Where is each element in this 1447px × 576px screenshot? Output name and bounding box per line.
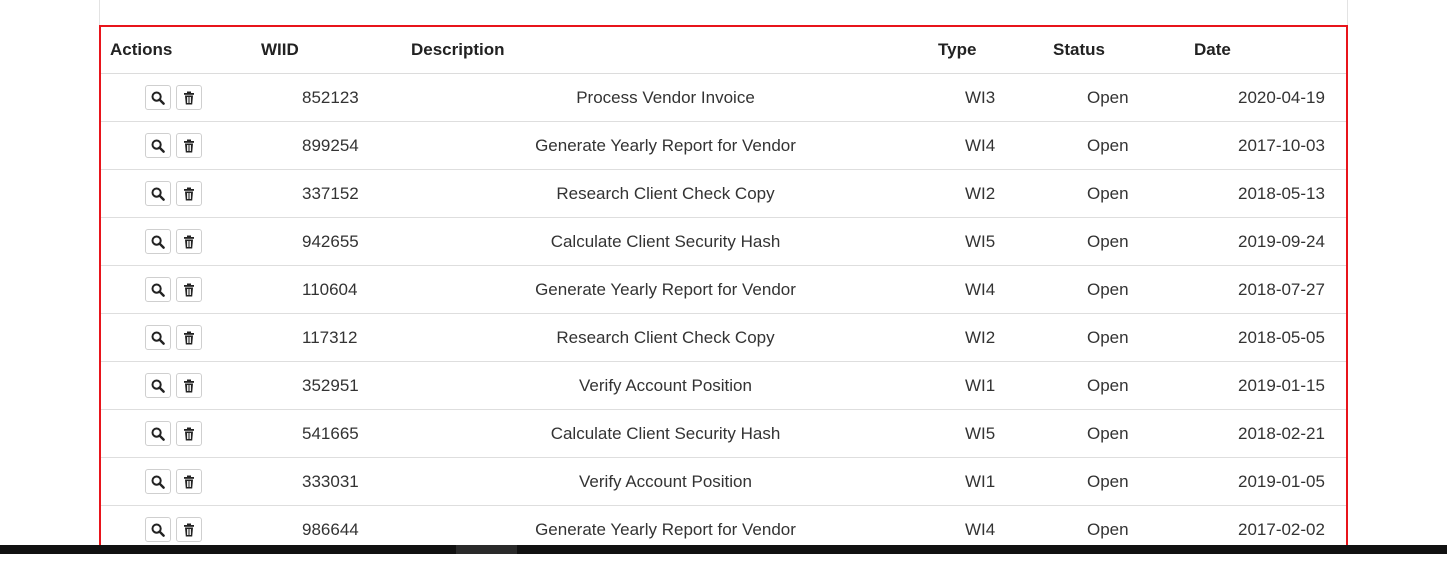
view-button[interactable] bbox=[145, 421, 171, 446]
header-type[interactable]: Type bbox=[929, 27, 1044, 74]
header-actions[interactable]: Actions bbox=[101, 27, 252, 74]
cell-type: WI2 bbox=[929, 169, 1044, 218]
table-row[interactable]: 942655 Calculate Client Security Hash WI5 O… bbox=[101, 217, 1346, 266]
horizontal-scrollbar[interactable] bbox=[0, 545, 1447, 554]
cell-date: 2018-02-21 bbox=[1185, 409, 1346, 458]
work-items-table-container: Actions WIID Description Type Status Dat… bbox=[99, 25, 1348, 552]
cell-date: 2017-10-03 bbox=[1185, 121, 1346, 170]
table-row[interactable]: 110604 Generate Yearly Report for Vendor W… bbox=[101, 265, 1346, 314]
cell-description: Research Client Check Copy bbox=[402, 169, 929, 218]
table-row[interactable]: 899254 Generate Yearly Report for Vendor W… bbox=[101, 121, 1346, 170]
cell-date: 2019-01-05 bbox=[1185, 457, 1346, 506]
view-button[interactable] bbox=[145, 133, 171, 158]
table-row[interactable]: 852123 Process Vendor Invoice WI3 Open 2020-… bbox=[101, 73, 1346, 122]
page: Actions WIID Description Type Status Dat… bbox=[0, 0, 1447, 576]
row-actions bbox=[101, 409, 252, 458]
cell-status: Open bbox=[1044, 169, 1185, 218]
work-items-table: Actions WIID Description Type Status Dat… bbox=[101, 27, 1346, 550]
row-actions bbox=[101, 169, 252, 218]
cell-description: Calculate Client Security Hash bbox=[402, 409, 929, 458]
delete-button[interactable] bbox=[176, 229, 202, 254]
view-button[interactable] bbox=[145, 373, 171, 398]
cell-date: 2018-05-05 bbox=[1185, 313, 1346, 362]
header-wiid[interactable]: WIID bbox=[252, 27, 402, 74]
cell-date: 2020-04-19 bbox=[1185, 73, 1346, 122]
delete-button[interactable] bbox=[176, 277, 202, 302]
row-actions bbox=[101, 73, 252, 122]
row-actions bbox=[101, 121, 252, 170]
cell-description: Process Vendor Invoice bbox=[402, 73, 929, 122]
cell-description: Research Client Check Copy bbox=[402, 313, 929, 362]
cell-status: Open bbox=[1044, 313, 1185, 362]
row-actions bbox=[101, 313, 252, 362]
cell-wiid: 899254 bbox=[252, 121, 402, 170]
delete-button[interactable] bbox=[176, 133, 202, 158]
cell-status: Open bbox=[1044, 217, 1185, 266]
row-actions bbox=[101, 361, 252, 410]
cell-wiid: 352951 bbox=[252, 361, 402, 410]
cell-type: WI3 bbox=[929, 73, 1044, 122]
cell-type: WI4 bbox=[929, 121, 1044, 170]
cell-status: Open bbox=[1044, 457, 1185, 506]
cell-type: WI5 bbox=[929, 217, 1044, 266]
cell-type: WI4 bbox=[929, 265, 1044, 314]
cell-wiid: 541665 bbox=[252, 409, 402, 458]
delete-button[interactable] bbox=[176, 517, 202, 542]
cell-description: Verify Account Position bbox=[402, 457, 929, 506]
view-button[interactable] bbox=[145, 85, 171, 110]
cell-description: Generate Yearly Report for Vendor bbox=[402, 121, 929, 170]
table-row[interactable]: 352951 Verify Account Position WI1 Open 2019… bbox=[101, 361, 1346, 410]
cell-date: 2019-09-24 bbox=[1185, 217, 1346, 266]
cell-type: WI2 bbox=[929, 313, 1044, 362]
cell-wiid: 337152 bbox=[252, 169, 402, 218]
cell-type: WI5 bbox=[929, 409, 1044, 458]
cell-description: Calculate Client Security Hash bbox=[402, 217, 929, 266]
table-header-row: Actions WIID Description Type Status Dat… bbox=[101, 27, 1346, 74]
cell-status: Open bbox=[1044, 361, 1185, 410]
cell-status: Open bbox=[1044, 121, 1185, 170]
cell-date: 2019-01-15 bbox=[1185, 361, 1346, 410]
cell-date: 2018-07-27 bbox=[1185, 265, 1346, 314]
delete-button[interactable] bbox=[176, 85, 202, 110]
cell-status: Open bbox=[1044, 73, 1185, 122]
row-actions bbox=[101, 457, 252, 506]
delete-button[interactable] bbox=[176, 373, 202, 398]
delete-button[interactable] bbox=[176, 469, 202, 494]
view-button[interactable] bbox=[145, 229, 171, 254]
table-row[interactable]: 333031 Verify Account Position WI1 Open 2019… bbox=[101, 457, 1346, 506]
cell-status: Open bbox=[1044, 265, 1185, 314]
cell-type: WI1 bbox=[929, 361, 1044, 410]
table-row[interactable]: 541665 Calculate Client Security Hash WI5 O… bbox=[101, 409, 1346, 458]
row-actions bbox=[101, 217, 252, 266]
cell-date: 2018-05-13 bbox=[1185, 169, 1346, 218]
cell-wiid: 117312 bbox=[252, 313, 402, 362]
cell-wiid: 110604 bbox=[252, 265, 402, 314]
cell-status: Open bbox=[1044, 409, 1185, 458]
cell-description: Verify Account Position bbox=[402, 361, 929, 410]
delete-button[interactable] bbox=[176, 325, 202, 350]
header-status[interactable]: Status bbox=[1044, 27, 1185, 74]
cell-description: Generate Yearly Report for Vendor bbox=[402, 265, 929, 314]
view-button[interactable] bbox=[145, 277, 171, 302]
header-description[interactable]: Description bbox=[402, 27, 929, 74]
header-date[interactable]: Date bbox=[1185, 27, 1346, 74]
view-button[interactable] bbox=[145, 517, 171, 542]
view-button[interactable] bbox=[145, 325, 171, 350]
table-row[interactable]: 337152 Research Client Check Copy WI2 Open 2… bbox=[101, 169, 1346, 218]
cell-wiid: 852123 bbox=[252, 73, 402, 122]
delete-button[interactable] bbox=[176, 421, 202, 446]
view-button[interactable] bbox=[145, 469, 171, 494]
table-row[interactable]: 117312 Research Client Check Copy WI2 Open 2… bbox=[101, 313, 1346, 362]
cell-type: WI1 bbox=[929, 457, 1044, 506]
table-body: 852123 Process Vendor Invoice WI3 Open 2020-… bbox=[101, 73, 1346, 550]
row-actions bbox=[101, 265, 252, 314]
cell-wiid: 942655 bbox=[252, 217, 402, 266]
cell-wiid: 333031 bbox=[252, 457, 402, 506]
scrollbar-thumb[interactable] bbox=[456, 545, 517, 554]
delete-button[interactable] bbox=[176, 181, 202, 206]
view-button[interactable] bbox=[145, 181, 171, 206]
